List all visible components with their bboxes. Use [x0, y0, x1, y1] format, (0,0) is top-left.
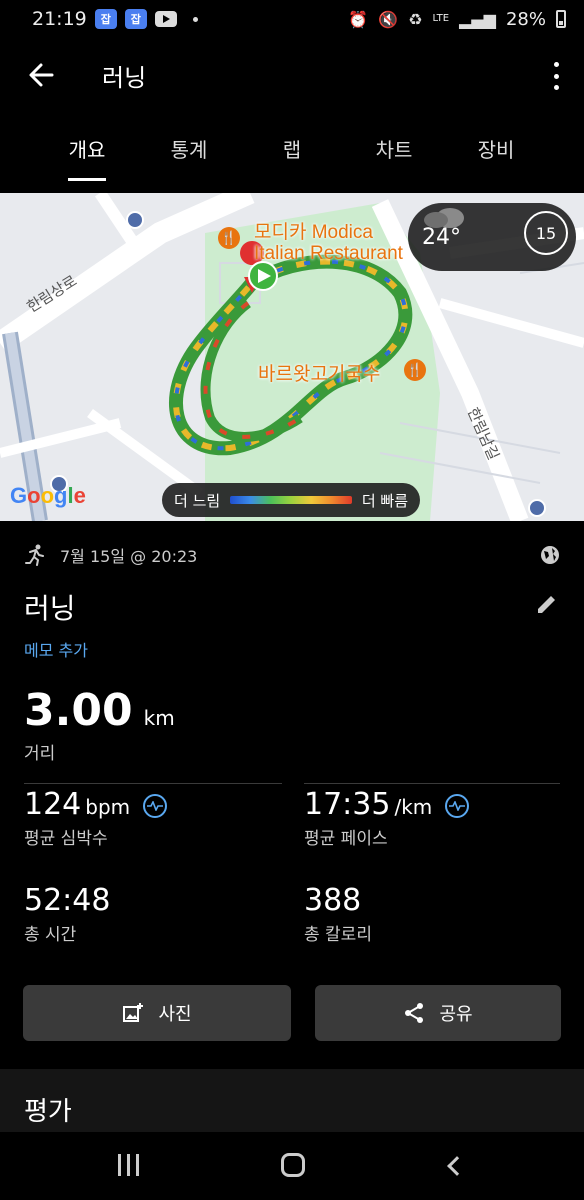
weather-badge: 24° 15	[408, 203, 576, 271]
back-icon[interactable]	[447, 1156, 467, 1176]
tab-overview[interactable]: 개요	[69, 134, 106, 163]
avg-heart-rate-value: 124	[24, 787, 82, 822]
activity-date: 7월 15일 @ 20:23	[60, 547, 198, 566]
more-options-icon[interactable]	[552, 62, 560, 90]
more-notifications-icon	[192, 16, 198, 22]
route-map[interactable]: 🍴 모디카 Modica Italian Restaurant 🍴 바르왓고기국…	[0, 193, 584, 521]
distance-value: 3.00 km	[24, 685, 175, 736]
battery-percent: 28%	[505, 8, 546, 30]
activity-date-row: 7월 15일 @ 20:23	[24, 543, 560, 567]
active-tab-indicator	[68, 178, 106, 181]
poi-label: 바르왓고기국수	[258, 364, 381, 385]
app-notification-icon: 잡	[94, 9, 117, 29]
total-time-value: 52:48	[24, 883, 111, 918]
rating-section: 평가	[0, 1069, 584, 1133]
add-photo-icon	[123, 1003, 144, 1022]
divider	[304, 783, 560, 784]
add-photo-button[interactable]: 사진	[23, 985, 291, 1041]
tab-equipment[interactable]: 장비	[478, 134, 515, 163]
data-saver-icon: ♻	[408, 9, 423, 29]
avg-heart-rate-label: 평균 심박수	[24, 829, 108, 849]
status-time: 21:19	[32, 8, 87, 30]
calories-label: 총 칼로리	[304, 925, 372, 945]
heart-rate-chart-icon[interactable]	[143, 793, 168, 818]
system-nav-bar	[0, 1132, 584, 1200]
add-photo-label: 사진	[158, 1004, 192, 1025]
pace-chart-icon[interactable]	[445, 793, 470, 818]
distance-label: 거리	[24, 744, 56, 764]
activity-title: 러닝	[24, 592, 76, 625]
mute-icon: 🔇	[378, 9, 399, 29]
avg-heart-rate-unit: bpm	[85, 795, 131, 819]
tab-charts[interactable]: 차트	[376, 134, 413, 163]
avg-pace-stat: 17:35/km 평균 페이스	[304, 787, 470, 849]
share-label: 공유	[439, 1004, 473, 1025]
cloud-icon	[424, 208, 464, 228]
status-bar: 21:19 잡 잡 ⏰ 🔇 ♻ LTE ▂▄▆ 28%	[0, 0, 584, 38]
rating-title: 평가	[24, 1097, 72, 1127]
app-bar: 러닝	[0, 38, 584, 114]
battery-icon	[556, 10, 566, 28]
recent-apps-icon[interactable]	[118, 1154, 139, 1176]
youtube-icon	[154, 11, 177, 27]
poi-label: Italian Restaurant	[254, 243, 403, 264]
back-arrow-icon[interactable]	[26, 60, 56, 90]
total-time-label: 총 시간	[24, 925, 77, 945]
signal-icon: ▂▄▆	[459, 9, 496, 29]
avg-pace-unit: /km	[394, 795, 433, 819]
running-icon	[25, 544, 44, 566]
legend-fast-label: 더 빠름	[361, 491, 408, 510]
share-button[interactable]: 공유	[315, 985, 561, 1041]
legend-slow-label: 더 느림	[174, 491, 221, 510]
home-icon[interactable]	[281, 1153, 305, 1177]
edit-pencil-icon[interactable]	[534, 591, 560, 617]
restaurant-icon: 🍴	[404, 359, 426, 381]
tab-laps[interactable]: 랩	[283, 134, 301, 163]
uv-index-badge: 15	[524, 211, 568, 255]
pace-legend: 더 느림 더 빠름	[162, 483, 420, 517]
calories-stat: 388 총 칼로리	[304, 883, 372, 945]
restaurant-icon: 🍴	[218, 227, 240, 249]
page-title: 러닝	[102, 64, 147, 92]
add-memo-link[interactable]: 메모 추가	[24, 637, 88, 661]
poi-label: 모디카 Modica	[254, 222, 373, 243]
tab-bar: 개요 통계 랩 차트 장비	[0, 124, 584, 184]
avg-pace-value: 17:35	[304, 787, 391, 822]
divider	[24, 783, 282, 784]
google-logo: Google	[10, 483, 86, 508]
pace-color-scale	[230, 496, 352, 504]
bus-stop-icon	[126, 211, 144, 229]
globe-icon[interactable]	[540, 545, 560, 565]
tab-stats[interactable]: 통계	[171, 134, 208, 163]
avg-heart-rate-stat: 124 bpm 평균 심박수	[24, 787, 168, 849]
calories-value: 388	[304, 883, 362, 918]
distance-number: 3.00	[24, 685, 133, 736]
app-notification-icon: 잡	[124, 9, 147, 29]
distance-unit: km	[143, 706, 175, 730]
network-type-icon: LTE	[432, 13, 450, 24]
bus-stop-icon	[528, 499, 546, 517]
total-time-stat: 52:48 총 시간	[24, 883, 110, 945]
avg-pace-label: 평균 페이스	[304, 829, 388, 849]
share-icon	[405, 1003, 424, 1023]
alarm-icon: ⏰	[348, 9, 369, 29]
